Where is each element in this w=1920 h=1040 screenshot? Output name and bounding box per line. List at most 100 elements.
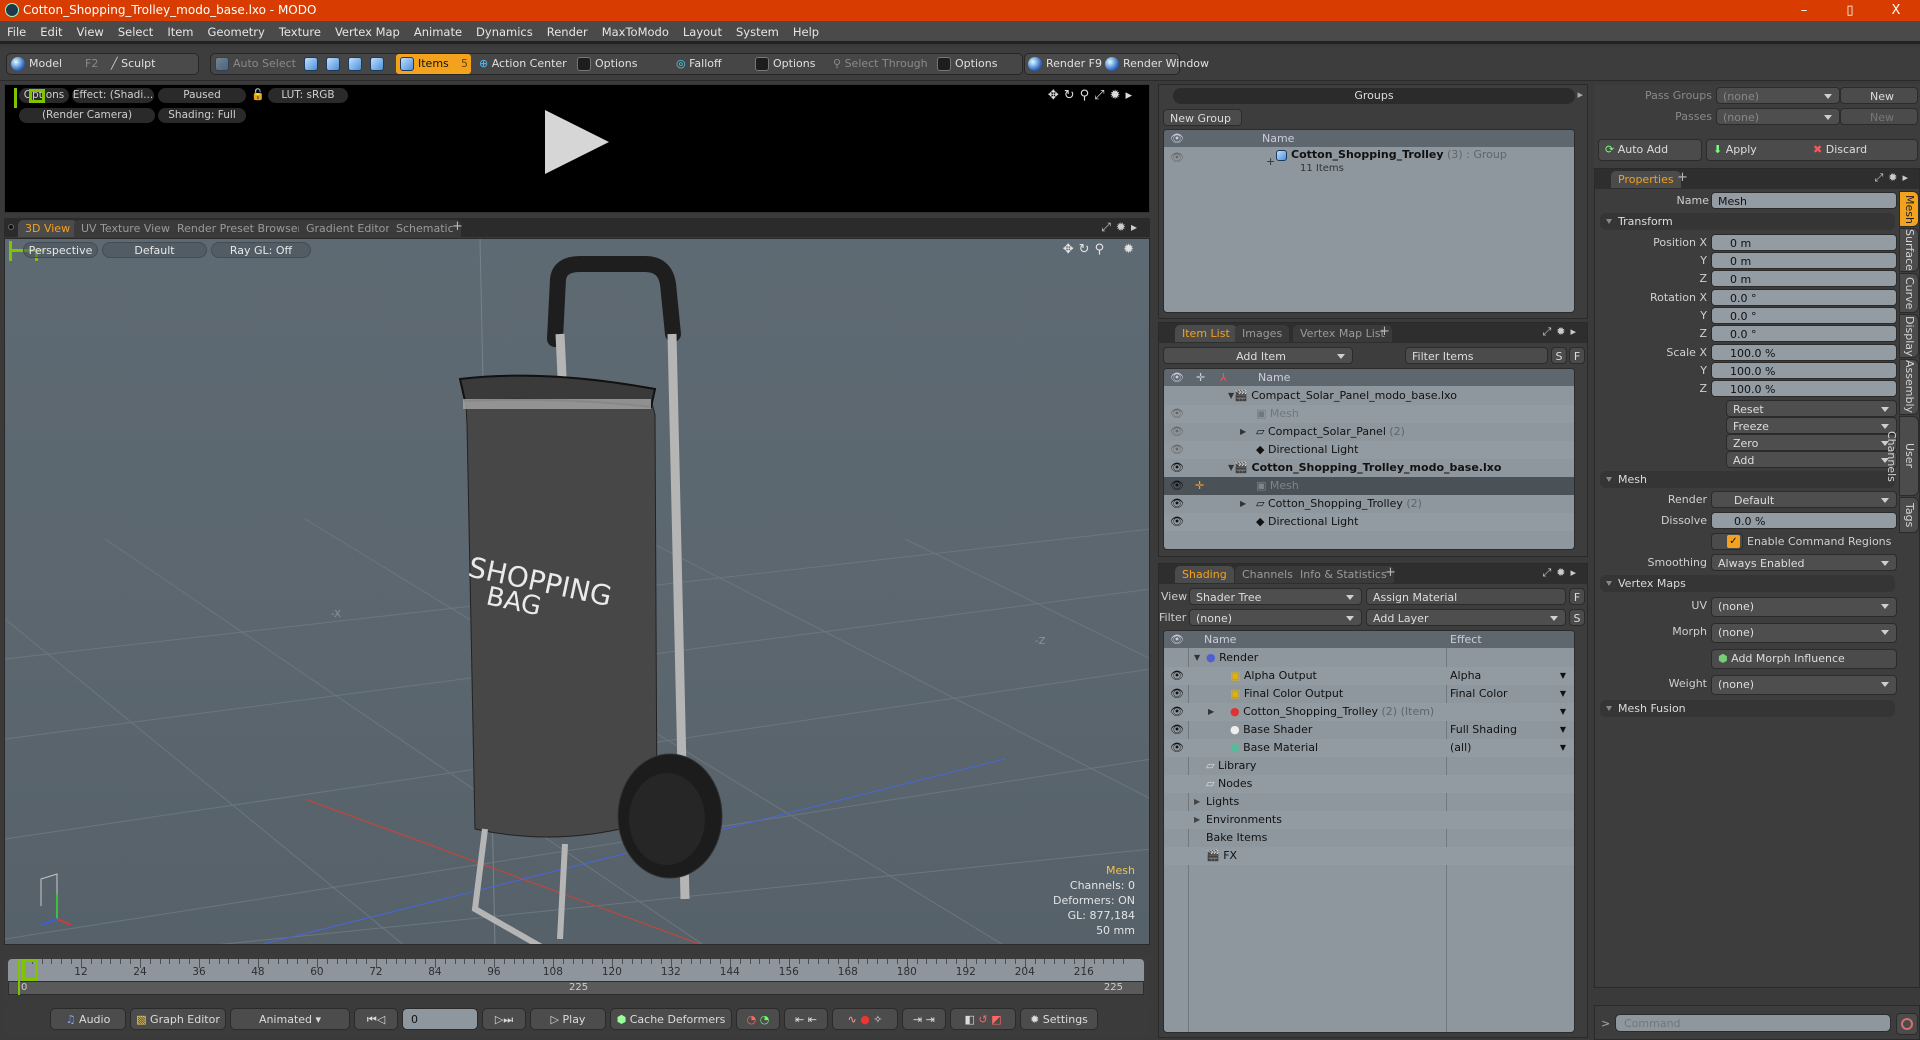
remove-key-icon[interactable]: ◔ — [760, 1013, 770, 1026]
smoothing-dropdown[interactable]: Always Enabled — [1711, 554, 1897, 571]
chevron-down-icon[interactable]: ▼ — [1560, 721, 1566, 739]
transform-section[interactable]: Transform — [1600, 213, 1895, 230]
panel-menu-icon[interactable] — [8, 224, 14, 230]
item-row[interactable]: 👁 ◆ Directional Light — [1164, 441, 1574, 459]
step-back-icon[interactable]: ◁ — [377, 1013, 385, 1026]
tab-schematic[interactable]: Schematic — [389, 220, 461, 237]
tab-item-list[interactable]: Item List — [1175, 325, 1237, 342]
falloff-options-button[interactable]: Options — [755, 54, 815, 74]
filter-dropdown[interactable]: (none) — [1189, 609, 1362, 626]
shader-effect[interactable]: Full Shading — [1450, 721, 1517, 739]
visibility-icon[interactable]: 👁 — [1170, 441, 1184, 459]
animated-dropdown[interactable]: Animated ▾ — [230, 1008, 350, 1030]
mesh-section[interactable]: Mesh — [1600, 471, 1895, 488]
shader-row[interactable]: 👁 ▣ Alpha Output Alpha ▼ — [1164, 667, 1574, 685]
shader-row[interactable]: 👁 ● Base Material (all) ▼ — [1164, 739, 1574, 757]
visibility-icon[interactable]: 👁 — [1170, 703, 1184, 721]
visibility-icon[interactable]: 👁 — [1170, 423, 1184, 441]
polygons-mode-button[interactable] — [348, 54, 366, 74]
gear-icon[interactable]: ✹ — [1556, 325, 1570, 338]
expand-arrow-icon[interactable]: ▶ — [1240, 495, 1246, 513]
action-center-button[interactable]: ⊕ Action Center — [479, 54, 567, 74]
close-button[interactable]: X — [1876, 0, 1916, 21]
render-window-button[interactable]: Render Window — [1105, 54, 1209, 74]
scale-z-input[interactable]: 100.0 % — [1711, 380, 1897, 397]
enable-command-regions-checkbox[interactable]: ✓ — [1711, 533, 1743, 550]
chevron-down-icon[interactable]: ▼ — [1560, 703, 1566, 721]
maximize-icon[interactable]: ⤢ — [1874, 171, 1888, 184]
add-tab-button[interactable]: + — [1385, 565, 1396, 580]
tab-uv-texture-view[interactable]: UV Texture View — [74, 220, 177, 237]
rotation-z-input[interactable]: 0.0 ° — [1711, 325, 1897, 342]
command-input[interactable] — [1615, 1014, 1891, 1032]
shader-row[interactable]: 👁 ● Base Shader Full Shading ▼ — [1164, 721, 1574, 739]
mesh-fusion-section[interactable]: Mesh Fusion — [1600, 700, 1895, 717]
gear-icon[interactable]: ✹ — [1110, 88, 1126, 103]
passes-dropdown[interactable]: (none) — [1716, 108, 1840, 125]
side-tab-curve[interactable]: Curve — [1899, 273, 1919, 313]
chevron-down-icon[interactable]: ▼ — [1560, 685, 1566, 703]
add-tab-button[interactable]: + — [452, 219, 463, 234]
uv-dropdown[interactable]: (none) — [1711, 597, 1897, 617]
anim-option3-icon[interactable]: ◩ — [991, 1013, 1001, 1026]
shader-effect[interactable]: Alpha — [1450, 667, 1481, 685]
shader-row[interactable]: 🎬 FX — [1164, 847, 1574, 865]
timeline[interactable]: 12 24 36 48 60 72 84 96 108 120 132 144 156 168 180 192… — [4, 955, 1150, 1001]
rotation-x-input[interactable]: 0.0 ° — [1711, 289, 1897, 306]
items-mode-button[interactable]: Items 5 — [396, 54, 471, 74]
shader-row[interactable]: ▱ Nodes — [1164, 775, 1574, 793]
prev-key-icon[interactable]: ⇤ — [795, 1013, 804, 1026]
weight-dropdown[interactable]: (none) — [1711, 675, 1897, 695]
reset-dropdown[interactable]: Reset — [1726, 400, 1897, 417]
scale-y-input[interactable]: 100.0 % — [1711, 362, 1897, 379]
chevron-down-icon[interactable]: ▼ — [1560, 739, 1566, 757]
edges-mode-button[interactable] — [326, 54, 344, 74]
freeze-dropdown[interactable]: Freeze — [1726, 417, 1897, 434]
expand-arrow-icon[interactable]: ▸ — [1131, 220, 1142, 234]
tab-info-statistics[interactable]: Info & Statistics — [1293, 566, 1394, 583]
settings-button[interactable]: ✹ Settings — [1020, 1008, 1098, 1030]
rotate-icon[interactable]: ↻ — [1079, 242, 1095, 257]
paused-toggle[interactable]: Paused — [158, 88, 246, 103]
camera-dropdown[interactable]: (Render Camera) — [19, 108, 155, 123]
visibility-icon[interactable]: 👁 — [1170, 667, 1184, 685]
name-input[interactable]: Mesh — [1711, 192, 1897, 209]
timeline-range-bar[interactable]: 0 225 225 — [8, 981, 1144, 995]
expand-arrow-icon[interactable]: ▸ — [1125, 88, 1137, 103]
play-preview-icon[interactable] — [545, 110, 609, 174]
visibility-icon[interactable]: 👁 — [1170, 405, 1184, 423]
expand-arrow-icon[interactable]: ▸ — [1570, 566, 1581, 579]
rotate-icon[interactable]: ↻ — [1064, 88, 1080, 103]
zoom-icon[interactable]: ⚲ — [1080, 88, 1095, 103]
item-row[interactable]: 👁 ▼ 🎬 Cotton_Shopping_Trolley_modo_base.lx… — [1164, 459, 1574, 477]
model-button[interactable]: Model — [11, 54, 62, 74]
pan-icon[interactable]: ✥ — [1048, 88, 1064, 103]
raygl-dropdown[interactable]: Ray GL: Off — [211, 242, 311, 258]
menu-dynamics[interactable]: Dynamics — [469, 21, 540, 44]
visibility-icon[interactable]: 👁 — [1170, 477, 1184, 495]
menu-render[interactable]: Render — [540, 21, 595, 44]
apply-button[interactable]: ⬇ Apply — [1713, 143, 1757, 156]
add-morph-influence-button[interactable]: ⬢ Add Morph Influence — [1711, 649, 1897, 669]
gear-icon[interactable]: ✹ — [1556, 566, 1570, 579]
sculpt-button[interactable]: ╱ Sculpt — [111, 54, 155, 74]
shader-effect[interactable]: Final Color — [1450, 685, 1508, 703]
shader-row[interactable]: ▱ Library — [1164, 757, 1574, 775]
play-button[interactable]: ▷ Play — [530, 1008, 606, 1030]
anim-option1-icon[interactable]: ◧ — [964, 1013, 974, 1026]
key-filter-icon[interactable]: ✧ — [873, 1013, 882, 1026]
side-tab-assembly[interactable]: Assembly — [1899, 359, 1919, 415]
item-row[interactable]: ▼ 🎬 Compact_Solar_Panel_modo_base.lxo — [1164, 387, 1574, 405]
side-tab-tags[interactable]: Tags — [1899, 497, 1919, 533]
shading-dropdown[interactable]: Shading: Full — [158, 108, 246, 123]
record-icon[interactable]: ● — [860, 1013, 870, 1026]
add-tab-button[interactable]: + — [1677, 170, 1688, 185]
lut-dropdown[interactable]: LUT: sRGB — [268, 88, 348, 103]
menu-edit[interactable]: Edit — [33, 21, 69, 44]
go-to-start-icon[interactable]: ⏮ — [367, 1013, 377, 1026]
item-row[interactable]: 👁 ✛ ▣ Mesh — [1164, 477, 1574, 495]
position-x-input[interactable]: 0 m — [1711, 234, 1897, 251]
perspective-dropdown[interactable]: Perspective — [23, 242, 98, 258]
prev-key2-icon[interactable]: ⇤ — [808, 1013, 817, 1026]
maximize-icon[interactable]: ⤢ — [1094, 88, 1109, 103]
